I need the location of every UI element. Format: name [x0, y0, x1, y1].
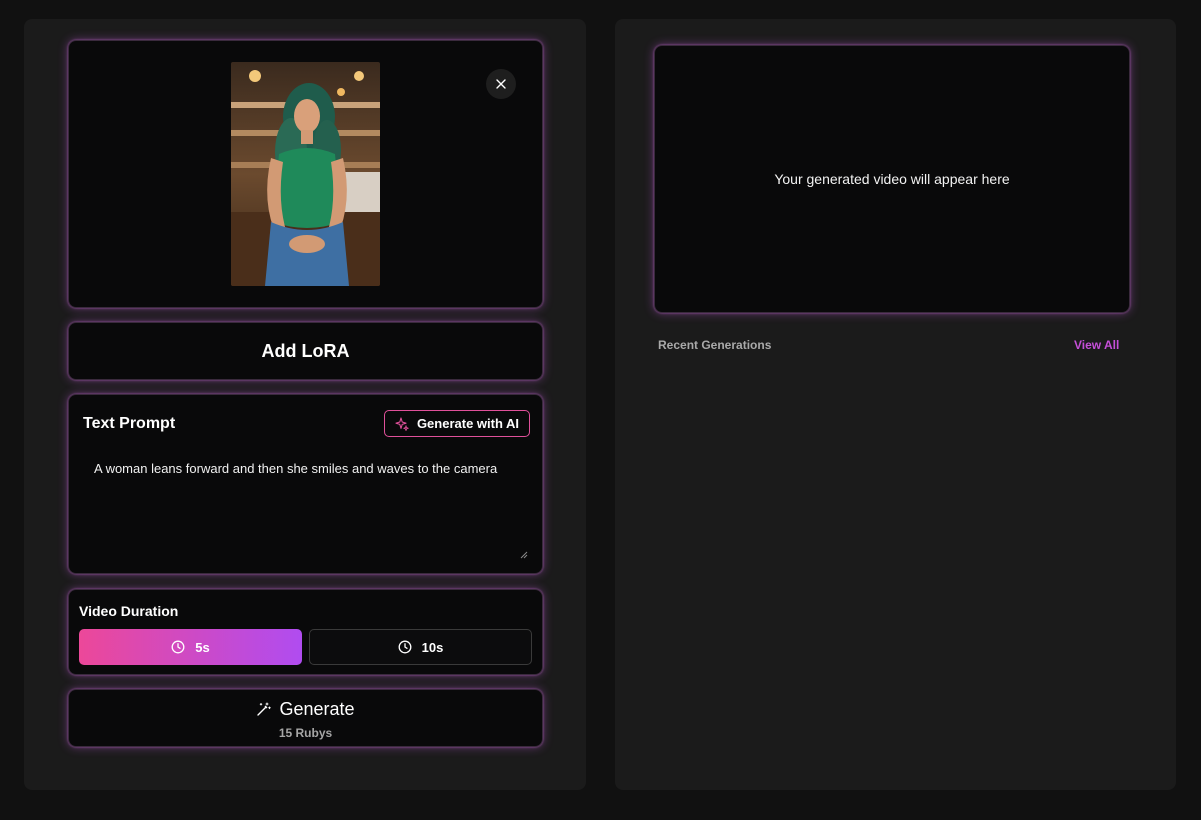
- generate-button[interactable]: Generate 15 Rubys: [68, 689, 543, 747]
- remove-image-button[interactable]: [486, 69, 516, 99]
- clock-icon: [398, 640, 412, 654]
- generate-cost: 15 Rubys: [278, 726, 333, 740]
- clock-icon: [171, 640, 185, 654]
- video-placeholder-text: Your generated video will appear here: [774, 171, 1010, 187]
- sparkles-icon: [395, 416, 409, 431]
- duration-5s-label: 5s: [195, 639, 210, 655]
- duration-10s-button[interactable]: 10s: [309, 629, 532, 665]
- video-preview-area: Your generated video will appear here: [654, 45, 1130, 313]
- right-panel: Your generated video will appear here Re…: [615, 19, 1176, 790]
- text-prompt-title: Text Prompt: [83, 415, 176, 432]
- video-duration-title: Video Duration: [79, 603, 179, 619]
- text-prompt-card: Text Prompt Generate with AI A woman lea…: [68, 394, 543, 574]
- uploaded-image-preview: [231, 62, 380, 286]
- image-upload-card: [68, 40, 543, 308]
- video-duration-card: Video Duration 5s 10s: [68, 589, 543, 675]
- generate-label: Generate: [279, 699, 355, 719]
- resize-handle-icon[interactable]: [520, 551, 528, 559]
- generate-with-ai-label: Generate with AI: [416, 416, 520, 431]
- view-all-link[interactable]: View All: [1074, 338, 1119, 352]
- prompt-textarea[interactable]: A woman leans forward and then she smile…: [94, 460, 524, 478]
- add-lora-button[interactable]: Add LoRA: [68, 322, 543, 380]
- close-icon: [496, 79, 506, 89]
- recent-generations-title: Recent Generations: [658, 338, 772, 352]
- duration-5s-button[interactable]: 5s: [79, 629, 302, 665]
- add-lora-label: Add LoRA: [261, 340, 350, 361]
- generate-line: Generate: [69, 699, 542, 720]
- generate-with-ai-button[interactable]: Generate with AI: [384, 410, 530, 437]
- left-panel: Add LoRA Text Prompt Generate with AI A …: [24, 19, 586, 790]
- magic-wand-icon: [257, 702, 272, 716]
- duration-10s-label: 10s: [421, 639, 444, 655]
